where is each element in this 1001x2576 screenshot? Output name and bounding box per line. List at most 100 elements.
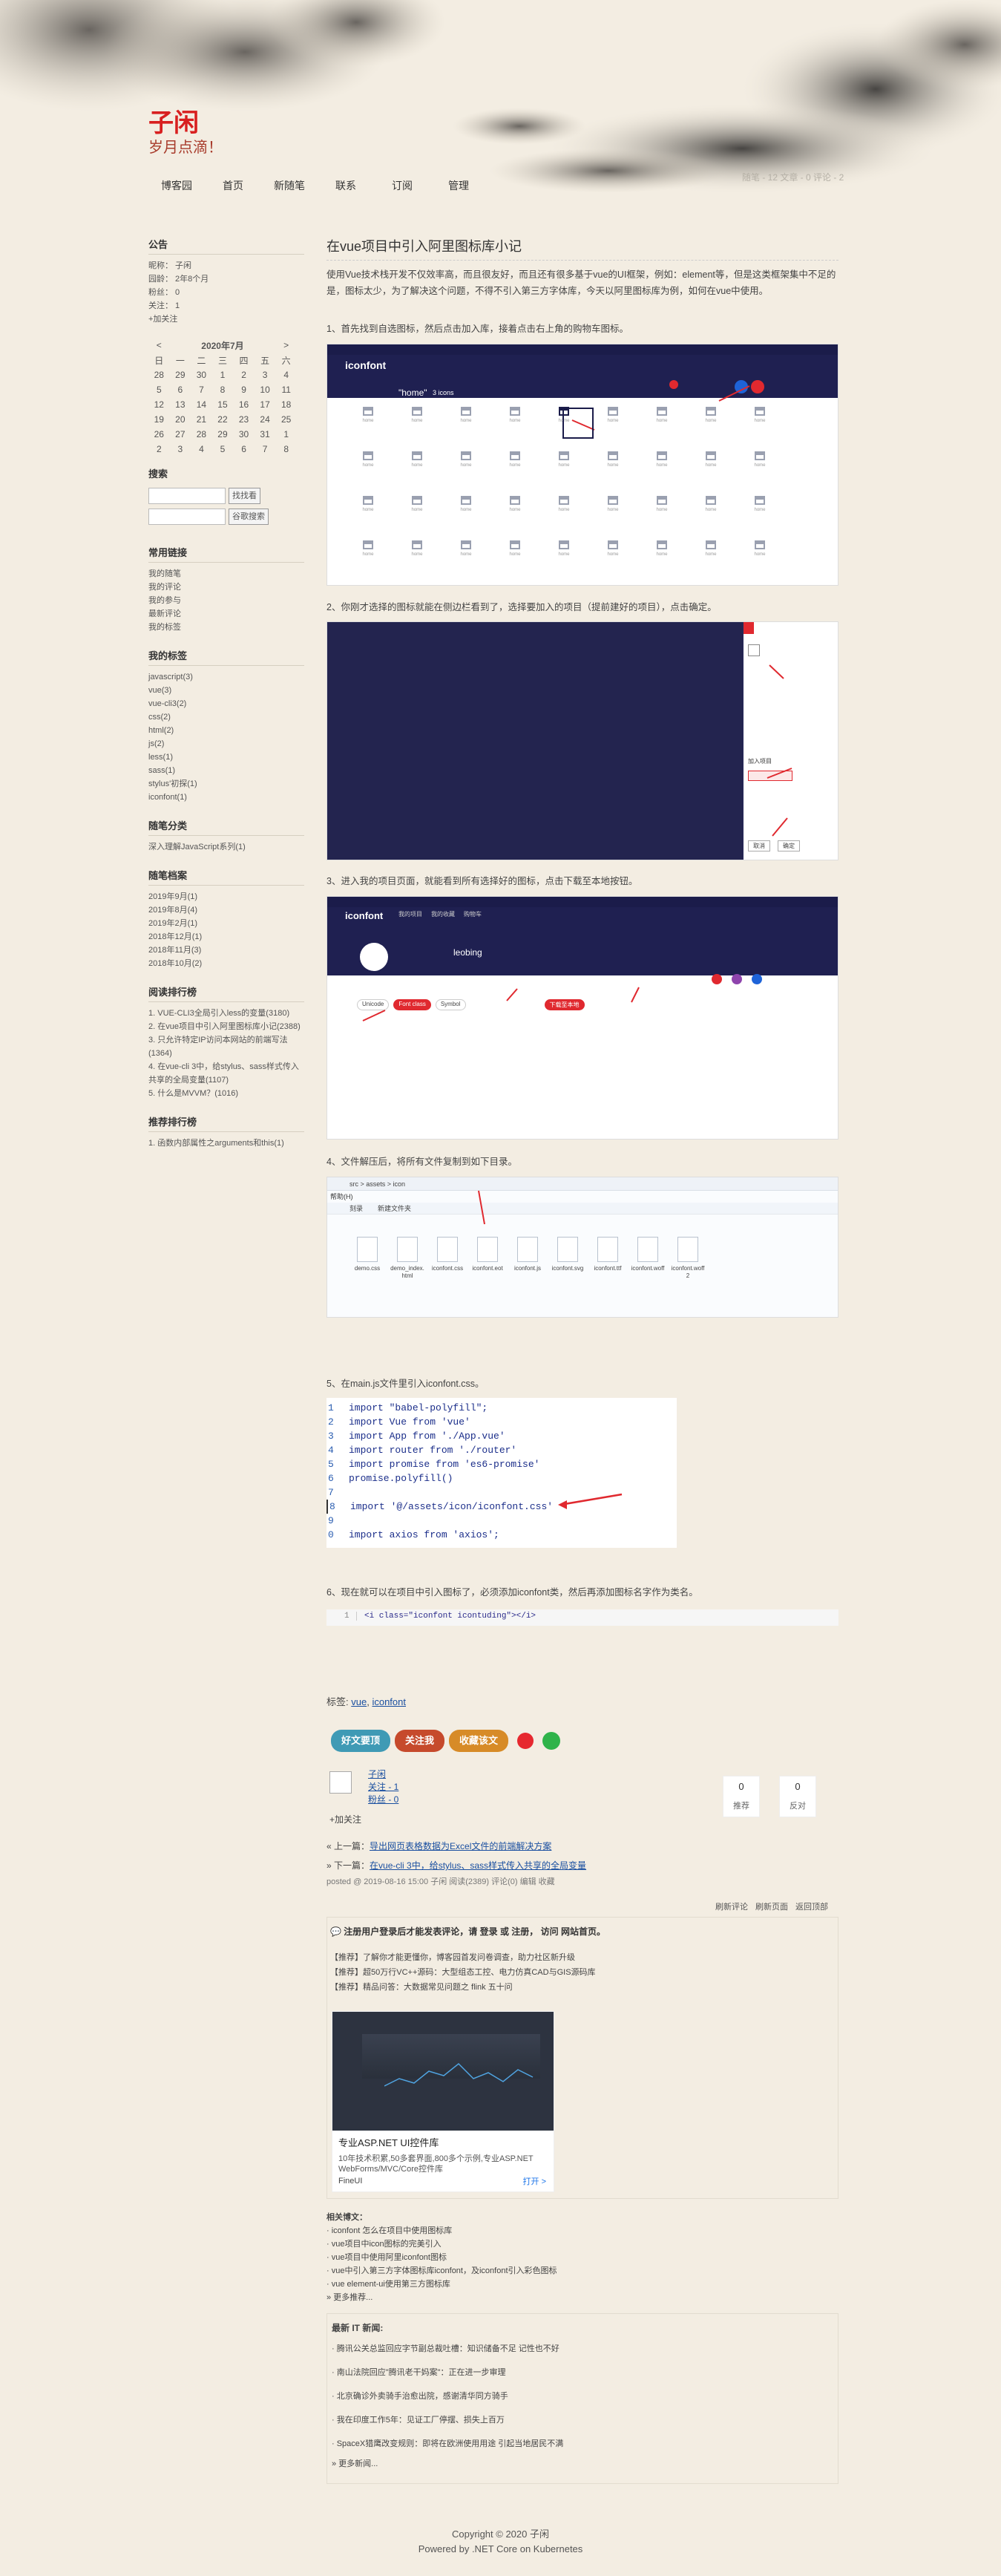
related-link[interactable]: · vue项目中使用阿里iconfont图标	[326, 2251, 557, 2264]
sidebar-tag[interactable]: sass(1)	[148, 764, 304, 777]
news-link[interactable]: · 腾讯公关总监回应字节副总裁吐槽：知识储备不足 记性也不好	[332, 2337, 838, 2361]
related-link[interactable]: · vue中引入第三方字体图标库iconfont，及iconfont引入彩色图标	[326, 2264, 557, 2278]
nav-home[interactable]: 首页	[205, 178, 261, 193]
sidebar-archive[interactable]: 2019年9月(1)	[148, 890, 304, 903]
calendar-day[interactable]: 23	[233, 412, 255, 427]
sidebar-category[interactable]: 深入理解JavaScript系列(1)	[148, 840, 304, 854]
calendar-day[interactable]: 12	[148, 397, 170, 412]
related-link[interactable]: · iconfont 怎么在项目中使用图标库	[326, 2224, 557, 2237]
calendar-day[interactable]: 9	[233, 382, 255, 397]
calendar-day[interactable]: 8	[275, 442, 297, 457]
sidebar-link[interactable]: 最新评论	[148, 607, 304, 621]
sidebar-archive[interactable]: 2019年2月(1)	[148, 917, 304, 930]
refresh-comments-link[interactable]: 刷新评论	[715, 1900, 748, 1912]
author-follow[interactable]: +加关注	[329, 1813, 361, 1825]
calendar-day[interactable]: 3	[170, 442, 191, 457]
blog-title[interactable]: 子闲	[148, 102, 199, 139]
calendar-day[interactable]: 13	[170, 397, 191, 412]
calendar-next[interactable]: >	[275, 338, 297, 353]
digg-box[interactable]: 0 推荐	[723, 1776, 760, 1817]
calendar-day[interactable]: 7	[255, 442, 276, 457]
calendar-day[interactable]: 20	[170, 412, 191, 427]
news-link[interactable]: · 北京确诊外卖骑手治愈出院，感谢清华同方骑手	[332, 2384, 838, 2408]
calendar-day[interactable]: 14	[191, 397, 212, 412]
calendar-day[interactable]: 31	[255, 427, 276, 442]
sidebar-archive[interactable]: 2018年12月(1)	[148, 930, 304, 944]
google-search-input[interactable]	[148, 509, 226, 525]
calendar-day[interactable]: 5	[212, 442, 234, 457]
search-input[interactable]	[148, 488, 226, 504]
calendar-day[interactable]: 7	[191, 382, 212, 397]
calendar-day[interactable]: 8	[212, 382, 234, 397]
sidebar-link[interactable]: 我的随笔	[148, 567, 304, 581]
calendar-day[interactable]: 25	[275, 412, 297, 427]
post-title[interactable]: 在vue项目中引入阿里图标库小记	[326, 236, 838, 261]
sidebar-read-rank[interactable]: 1. VUE-CLI3全局引入less的变量(3180)	[148, 1007, 304, 1020]
author-name[interactable]: 子闲	[368, 1769, 386, 1779]
related-link[interactable]: · vue项目中icon图标的完美引入	[326, 2237, 557, 2251]
sidebar-link[interactable]: 我的评论	[148, 581, 304, 594]
more-news-link[interactable]: » 更多新闻...	[327, 2456, 838, 2471]
calendar-day[interactable]: 2	[233, 367, 255, 382]
calendar-day[interactable]: 22	[212, 412, 234, 427]
calendar-day[interactable]: 28	[191, 427, 212, 442]
wechat-icon[interactable]	[542, 1732, 561, 1750]
calendar-day[interactable]: 1	[275, 427, 297, 442]
author-following[interactable]: 关注 - 1	[368, 1782, 398, 1792]
sidebar-tag[interactable]: iconfont(1)	[148, 791, 304, 804]
sidebar-read-rank[interactable]: 2. 在vue项目中引入阿里图标库小记(2388)	[148, 1020, 304, 1033]
related-link[interactable]: · vue element-ui使用第三方图标库	[326, 2278, 557, 2291]
ad-banner[interactable]: 专业ASP.NET UI控件库 10年技术积累,50多套界面,800多个示例,专…	[332, 2011, 554, 2192]
follow-link[interactable]: +加关注	[148, 313, 304, 326]
sidebar-tag[interactable]: html(2)	[148, 724, 304, 737]
news-link[interactable]: · 南山法院回应"腾讯老干妈案"：正在进一步审理	[332, 2361, 838, 2384]
sidebar-link[interactable]: 我的参与	[148, 594, 304, 607]
calendar-prev[interactable]: <	[148, 338, 170, 353]
calendar-day[interactable]: 4	[191, 442, 212, 457]
calendar-day[interactable]: 2	[148, 442, 170, 457]
sidebar-tag[interactable]: vue-cli3(2)	[148, 697, 304, 710]
ad-line-1[interactable]: 【推荐】了解你才能更懂你，博客园首发问卷调查，助力社区新升级	[330, 1950, 596, 1965]
sidebar-read-rank[interactable]: 3. 只允许特定IP访问本网站的前端写法(1364)	[148, 1033, 304, 1060]
calendar-day[interactable]: 18	[275, 397, 297, 412]
nav-cnblogs[interactable]: 博客园	[148, 178, 205, 193]
google-search-button[interactable]: 谷歌搜索	[229, 509, 269, 525]
more-related-link[interactable]: » 更多推荐...	[326, 2291, 557, 2304]
sidebar-tag[interactable]: less(1)	[148, 751, 304, 764]
author-avatar[interactable]	[329, 1771, 352, 1794]
calendar-day[interactable]: 17	[255, 397, 276, 412]
nav-contact[interactable]: 联系	[318, 178, 374, 193]
prev-post-link[interactable]: 导出网页表格数据为Excel文件的前端解决方案	[370, 1841, 551, 1851]
calendar-day[interactable]: 16	[233, 397, 255, 412]
ad-line-3[interactable]: 【推荐】精品问答：大数据常见问题之 flink 五十问	[330, 1980, 596, 1995]
sidebar-archive[interactable]: 2018年10月(2)	[148, 957, 304, 970]
news-link[interactable]: · 我在印度工作5年：见证工厂停摆、损失上百万	[332, 2408, 838, 2432]
calendar-day[interactable]: 24	[255, 412, 276, 427]
calendar-day[interactable]: 26	[148, 427, 170, 442]
calendar-day[interactable]: 19	[148, 412, 170, 427]
calendar-day[interactable]: 6	[170, 382, 191, 397]
favorite-button[interactable]: 收藏该文	[449, 1730, 509, 1752]
calendar-day[interactable]: 11	[275, 382, 297, 397]
nav-new-post[interactable]: 新随笔	[261, 178, 318, 193]
calendar-day[interactable]: 21	[191, 412, 212, 427]
sidebar-recommend-rank[interactable]: 1. 函数内部属性之arguments和this(1)	[148, 1137, 304, 1150]
nav-manage[interactable]: 管理	[430, 178, 487, 193]
calendar-day[interactable]: 29	[212, 427, 234, 442]
next-post-link[interactable]: 在vue-cli 3中，给stylus、sass样式传入共享的全局变量	[370, 1860, 586, 1871]
search-button[interactable]: 找找看	[229, 488, 260, 504]
sidebar-read-rank[interactable]: 4. 在vue-cli 3中，给stylus、sass样式传入共享的全局变量(1…	[148, 1060, 304, 1087]
weibo-icon[interactable]	[517, 1733, 534, 1749]
refresh-page-link[interactable]: 刷新页面	[755, 1900, 788, 1912]
calendar-day[interactable]: 10	[255, 382, 276, 397]
sidebar-archive[interactable]: 2019年8月(4)	[148, 903, 304, 917]
calendar-day[interactable]: 5	[148, 382, 170, 397]
calendar-day[interactable]: 29	[170, 367, 191, 382]
calendar-day[interactable]: 30	[191, 367, 212, 382]
nav-subscribe[interactable]: 订阅	[374, 178, 430, 193]
calendar-day[interactable]: 1	[212, 367, 234, 382]
news-link[interactable]: · SpaceX猎鹰改变规则：即将在欧洲使用用途 引起当地居民不满	[332, 2432, 838, 2456]
calendar-day[interactable]: 4	[275, 367, 297, 382]
tag-iconfont[interactable]: iconfont	[372, 1696, 406, 1707]
ad-line-2[interactable]: 【推荐】超50万行VC++源码：大型组态工控、电力仿真CAD与GIS源码库	[330, 1965, 596, 1980]
